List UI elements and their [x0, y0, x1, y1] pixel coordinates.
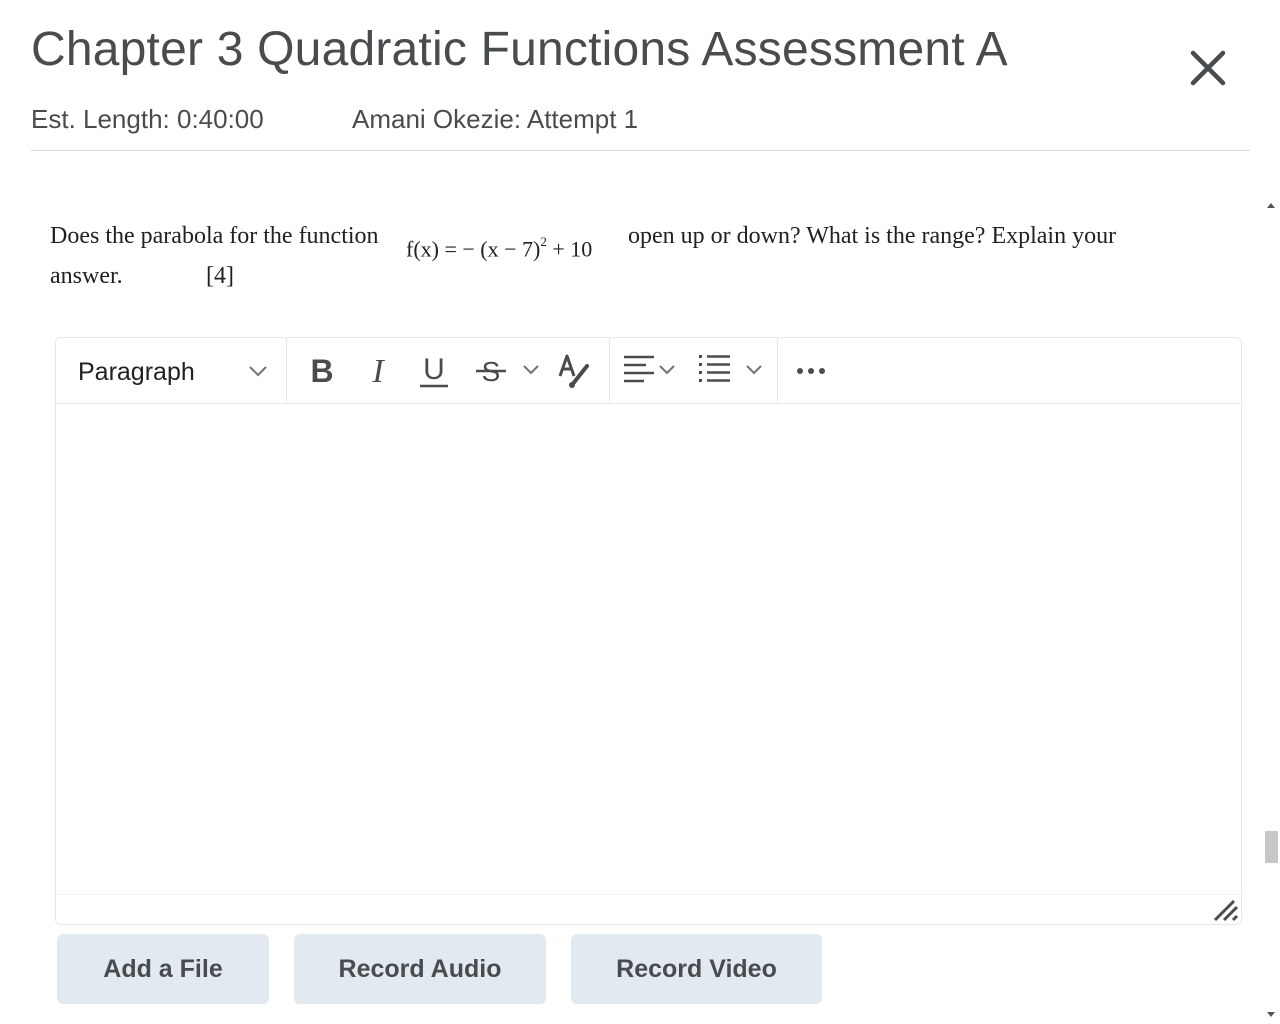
format-more-dropdown[interactable] — [520, 350, 542, 392]
list-dropdown-button[interactable] — [698, 350, 768, 392]
paragraph-format-label: Paragraph — [78, 358, 195, 386]
est-length: Est. Length: 0:40:00 — [31, 104, 264, 134]
scroll-down-arrow[interactable] — [1267, 1012, 1275, 1017]
record-video-button[interactable]: Record Video — [571, 934, 822, 1004]
ellipsis-icon — [797, 368, 825, 374]
rich-text-editor: Paragraph B I U S — [55, 337, 1242, 925]
text-color-icon — [558, 354, 589, 388]
page-title: Chapter 3 Quadratic Functions Assessment… — [31, 23, 1008, 76]
bullet-list-icon — [699, 355, 762, 382]
record-audio-button[interactable]: Record Audio — [294, 934, 546, 1004]
close-button[interactable] — [1186, 50, 1230, 88]
more-actions-button[interactable] — [794, 350, 830, 392]
editor-content-area[interactable] — [56, 404, 1241, 895]
question-text-line2: answer. — [50, 263, 123, 289]
question-points: [4] — [206, 263, 234, 289]
toolbar-separator — [777, 338, 778, 403]
chevron-down-icon — [523, 365, 539, 375]
svg-text:B: B — [310, 353, 333, 389]
italic-icon: I — [371, 353, 385, 390]
question-formula: f(x) = − (x − 7)2 + 10 — [406, 234, 593, 262]
dialog-header: Chapter 3 Quadratic Functions Assessment… — [31, 0, 1250, 151]
paragraph-format-select[interactable]: Paragraph — [66, 350, 274, 392]
toolbar-separator — [286, 338, 287, 403]
italic-button[interactable]: I — [360, 350, 396, 392]
bold-icon: B — [310, 353, 333, 389]
scroll-up-arrow[interactable] — [1267, 203, 1275, 208]
text-color-button[interactable] — [556, 350, 592, 392]
strikethrough-button[interactable]: S — [474, 350, 508, 392]
scroll-thumb[interactable] — [1265, 831, 1278, 863]
question-text-after: open up or down? What is the range? Expl… — [628, 223, 1117, 249]
strikethrough-icon: S — [476, 356, 506, 387]
chevron-down-icon — [249, 366, 267, 377]
bold-button[interactable]: B — [304, 350, 340, 392]
underline-icon: U — [420, 353, 448, 388]
svg-text:U: U — [423, 353, 445, 386]
close-icon — [1190, 50, 1226, 86]
editor-toolbar: Paragraph B I U S — [56, 338, 1241, 404]
align-left-icon — [624, 355, 675, 383]
page-scrollbar[interactable] — [1262, 196, 1280, 1024]
question-text-before: Does the parabola for the function — [50, 223, 379, 249]
resize-handle-icon[interactable] — [1212, 896, 1240, 924]
attempt-info: Amani Okezie: Attempt 1 — [352, 104, 639, 134]
add-file-button[interactable]: Add a File — [57, 934, 269, 1004]
toolbar-separator — [609, 338, 610, 403]
align-dropdown-button[interactable] — [622, 350, 678, 392]
underline-button[interactable]: U — [415, 350, 453, 392]
svg-text:I: I — [371, 353, 385, 390]
